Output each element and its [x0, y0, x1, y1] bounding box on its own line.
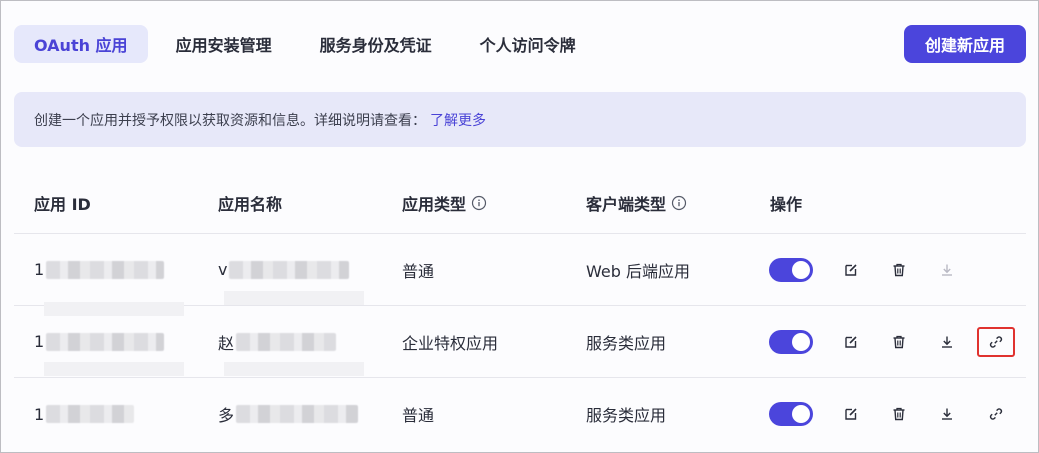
- tab-bar: OAuth 应用 应用安装管理 服务身份及凭证 个人访问令牌: [14, 25, 596, 63]
- redacted-name: [229, 260, 350, 279]
- toggle-knob: [792, 333, 810, 351]
- client-type-cell: Web 后端应用: [586, 261, 690, 281]
- header-operations: 操作: [770, 195, 803, 214]
- trash-icon[interactable]: [888, 331, 910, 353]
- enable-toggle[interactable]: [769, 330, 813, 354]
- client-type-cell: 服务类应用: [586, 406, 667, 425]
- download-icon[interactable]: [936, 403, 958, 425]
- header-client-type-label: 客户端类型: [586, 195, 667, 214]
- app-id-cell: 1: [34, 234, 165, 305]
- table-row: 1 v 普通 Web 后端应用: [14, 234, 1026, 306]
- toggle-knob: [792, 405, 810, 423]
- table-row: 1 多 普通 服务类应用: [14, 378, 1026, 450]
- app-name-cell: 多: [218, 378, 359, 450]
- redacted-overflow: [224, 291, 364, 305]
- app-id-visible: 1: [34, 332, 45, 351]
- info-notice: 创建一个应用并授予权限以获取资源和信息。详细说明请查看： 了解更多: [14, 92, 1026, 147]
- link-icon[interactable]: [985, 403, 1007, 425]
- tab-service-identity-credentials[interactable]: 服务身份及凭证: [300, 25, 452, 63]
- toggle-knob: [792, 261, 810, 279]
- trash-icon[interactable]: [888, 259, 910, 281]
- app-id-cell: 1: [34, 378, 135, 450]
- info-icon[interactable]: [471, 195, 487, 211]
- redacted-name: [236, 332, 337, 351]
- create-app-button[interactable]: 创建新应用: [904, 25, 1026, 63]
- app-type-cell: 企业特权应用: [402, 333, 499, 353]
- redacted-id: [46, 332, 165, 351]
- app-window: OAuth 应用 应用安装管理 服务身份及凭证 个人访问令牌 创建新应用 创建一…: [0, 0, 1039, 453]
- app-name-visible: v: [218, 260, 228, 279]
- redacted-id: [46, 405, 135, 423]
- redacted-id: [46, 260, 165, 279]
- redacted-name: [236, 405, 359, 423]
- header-app-type-label: 应用类型: [402, 195, 467, 214]
- app-type-cell: 普通: [402, 261, 435, 281]
- enable-toggle[interactable]: [769, 258, 813, 282]
- edit-icon[interactable]: [840, 259, 862, 281]
- app-type-cell: 普通: [402, 406, 435, 425]
- enable-toggle[interactable]: [769, 402, 813, 426]
- apps-table: 应用 ID 应用名称 应用类型 客户端类型 操作 1 v 普通 Web 后端应用…: [14, 173, 1026, 450]
- redacted-overflow: [44, 362, 184, 376]
- learn-more-link[interactable]: 了解更多: [430, 110, 486, 130]
- download-icon[interactable]: [936, 331, 958, 353]
- link-icon[interactable]: [985, 331, 1007, 353]
- app-id-visible: 1: [34, 260, 45, 279]
- redacted-overflow: [224, 362, 364, 376]
- trash-icon[interactable]: [888, 403, 910, 425]
- tab-oauth-apps[interactable]: OAuth 应用: [14, 25, 148, 63]
- edit-icon[interactable]: [840, 331, 862, 353]
- table-row: 1 赵 企业特权应用 服务类应用: [14, 302, 1026, 378]
- app-name-visible: 赵: [218, 333, 235, 353]
- table-header: 应用 ID 应用名称 应用类型 客户端类型 操作: [14, 173, 1026, 234]
- app-name-visible: 多: [218, 406, 235, 425]
- header-client-type: 客户端类型: [586, 173, 687, 233]
- tab-personal-access-tokens[interactable]: 个人访问令牌: [460, 25, 596, 63]
- client-type-cell: 服务类应用: [586, 333, 667, 353]
- header-app-type: 应用类型: [402, 173, 487, 233]
- header-app-id: 应用 ID: [34, 195, 91, 214]
- header-app-name: 应用名称: [218, 195, 283, 214]
- notice-text: 创建一个应用并授予权限以获取资源和信息。详细说明请查看：: [34, 112, 426, 129]
- download-icon[interactable]: [936, 259, 958, 281]
- tab-app-install-management[interactable]: 应用安装管理: [156, 25, 292, 63]
- app-id-visible: 1: [34, 404, 45, 424]
- edit-icon[interactable]: [840, 403, 862, 425]
- info-icon[interactable]: [671, 195, 687, 211]
